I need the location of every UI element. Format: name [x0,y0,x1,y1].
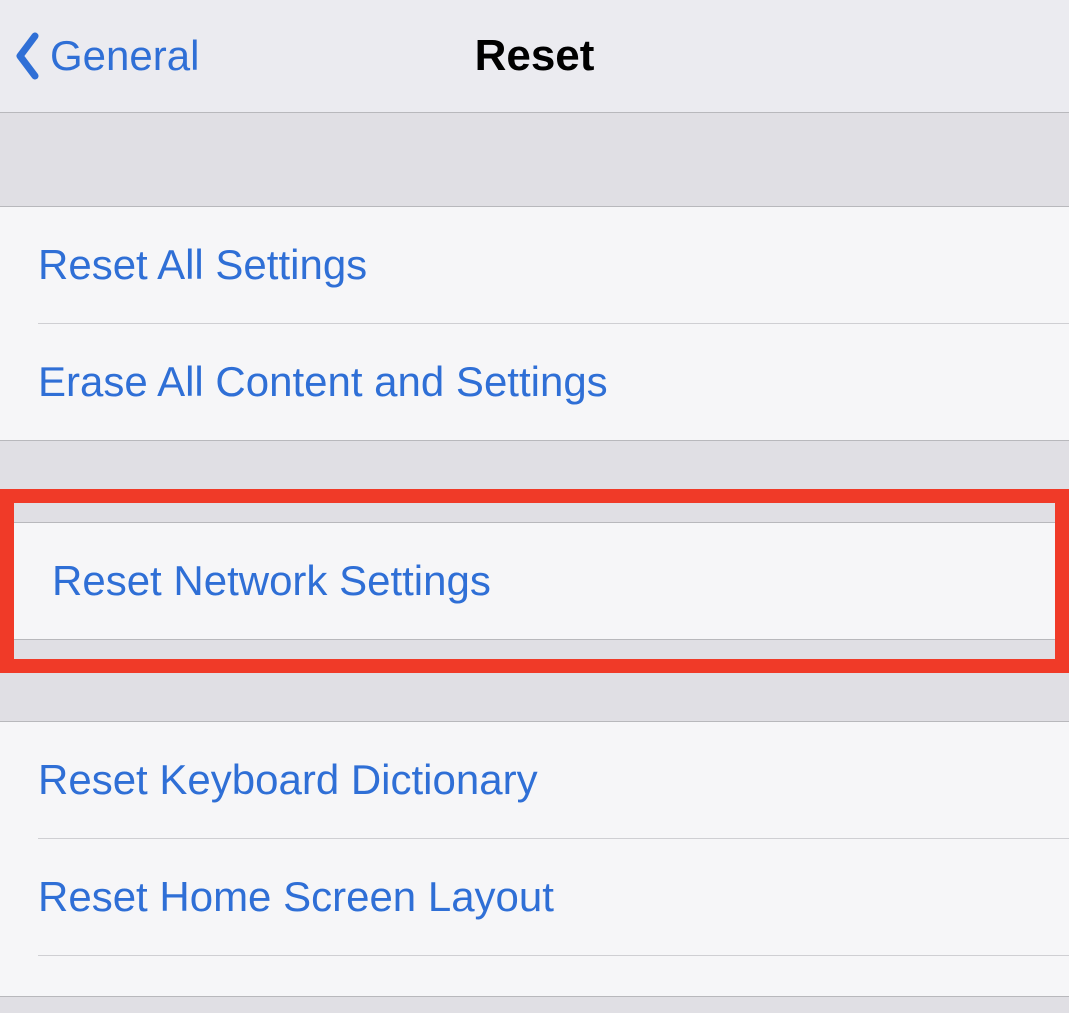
erase-all-content-row[interactable]: Erase All Content and Settings [0,324,1069,440]
row-label: Reset Network Settings [52,557,491,605]
page-title: Reset [475,31,595,81]
group-bottom-space [0,956,1069,996]
reset-keyboard-dictionary-row[interactable]: Reset Keyboard Dictionary [0,722,1069,838]
settings-group-3: Reset Keyboard Dictionary Reset Home Scr… [0,721,1069,997]
settings-group-2-highlighted: Reset Network Settings [0,489,1069,673]
chevron-left-icon [14,32,40,80]
back-button[interactable]: General [14,32,199,80]
row-label: Erase All Content and Settings [38,358,608,406]
back-label: General [50,32,199,80]
section-spacer [0,673,1069,721]
section-spacer [0,113,1069,206]
navigation-bar: General Reset [0,0,1069,113]
section-spacer [0,441,1069,489]
row-label: Reset All Settings [38,241,367,289]
reset-network-settings-row[interactable]: Reset Network Settings [14,523,1055,639]
reset-home-screen-layout-row[interactable]: Reset Home Screen Layout [0,839,1069,955]
reset-all-settings-row[interactable]: Reset All Settings [0,207,1069,323]
settings-group-1: Reset All Settings Erase All Content and… [0,206,1069,441]
row-label: Reset Keyboard Dictionary [38,756,538,804]
row-label: Reset Home Screen Layout [38,873,554,921]
